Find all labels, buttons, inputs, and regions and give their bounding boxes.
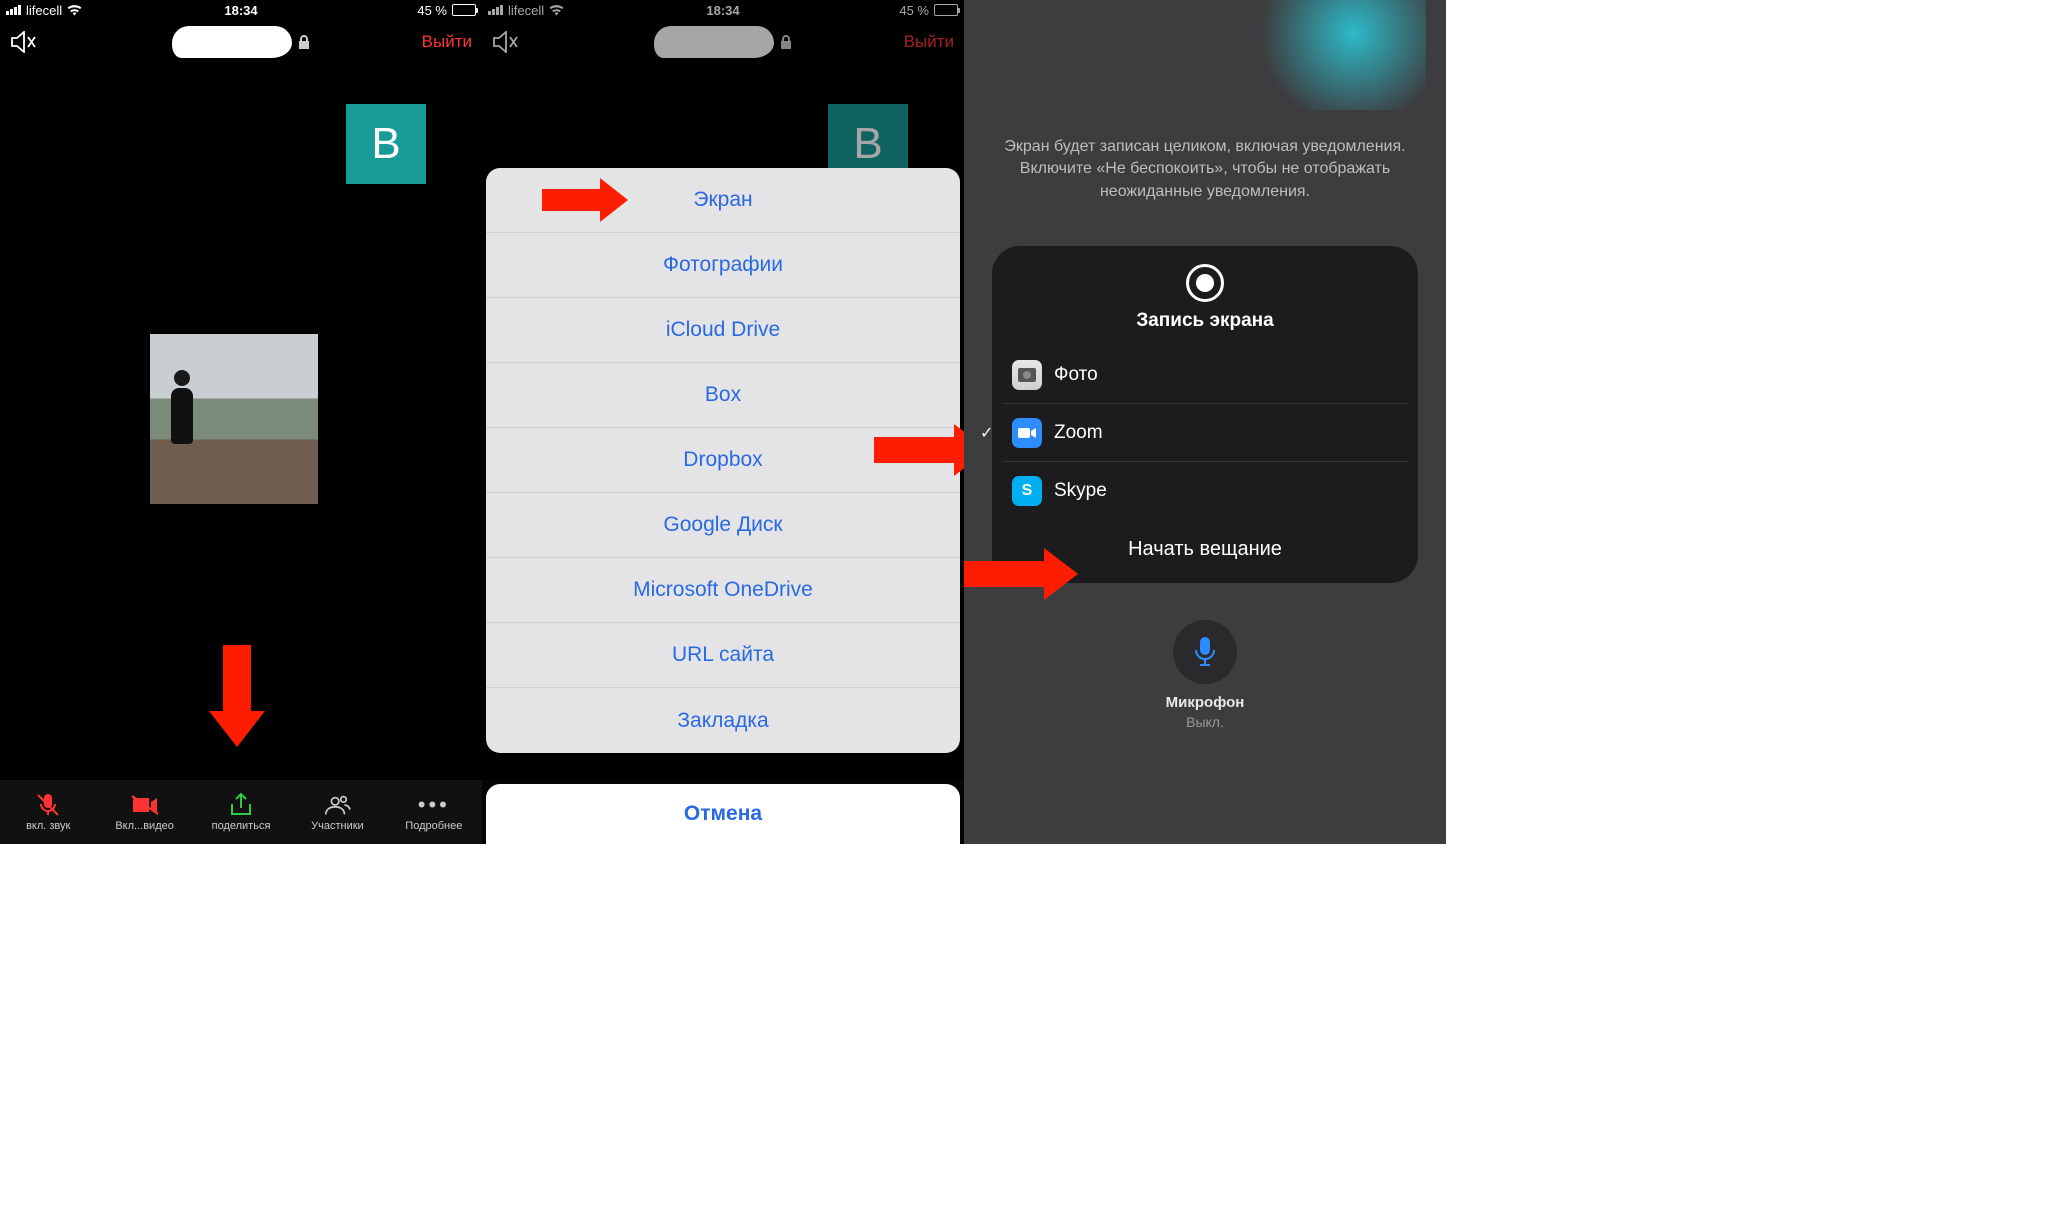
carrier-label: lifecell <box>26 3 62 18</box>
zoom-app-icon <box>1012 418 1042 448</box>
wifi-icon <box>67 4 82 16</box>
leave-button[interactable]: Выйти <box>422 32 472 52</box>
share-option-dropbox[interactable]: Dropbox <box>486 428 960 493</box>
photo-app-icon <box>1012 360 1042 390</box>
cancel-button[interactable]: Отмена <box>486 784 960 844</box>
participants-icon <box>323 792 351 818</box>
zoom-meeting-screen: lifecell 18:34 45 % Выйти B <box>0 0 482 844</box>
microphone-label: Микрофон <box>964 694 1446 711</box>
recording-notice-text: Экран будет записан целиком, включая уве… <box>1004 136 1406 203</box>
more-button[interactable]: ••• Подробнее <box>386 780 482 844</box>
share-option-box[interactable]: Box <box>486 363 960 428</box>
share-option-bookmark[interactable]: Закладка <box>486 688 960 753</box>
meeting-toolbar: вкл. звук Вкл...видео поделиться Участни… <box>0 780 482 844</box>
more-icon: ••• <box>420 792 448 818</box>
share-option-photos[interactable]: Фотографии <box>486 233 960 298</box>
camera-off-icon <box>131 792 159 818</box>
screen-recording-broadcast-screen: Экран будет записан целиком, включая уве… <box>964 0 1446 844</box>
video-area: B <box>0 64 482 780</box>
share-icon <box>227 792 255 818</box>
meeting-title-redacted <box>172 26 292 58</box>
participant-avatar-tile[interactable]: B <box>346 104 426 184</box>
battery-icon <box>452 4 476 16</box>
glow-decoration <box>1246 0 1426 110</box>
share-action-sheet: Экран Фотографии iCloud Drive Box Dropbo… <box>486 168 960 753</box>
microphone-icon <box>1192 635 1218 669</box>
share-options-screen: lifecell 18:34 45 % Выйти B вкл. звук Вк… <box>482 0 964 844</box>
self-video-tile[interactable] <box>150 334 318 504</box>
skype-app-icon: S <box>1012 476 1042 506</box>
checkmark-icon: ✓ <box>980 423 993 443</box>
participants-button[interactable]: Участники <box>289 780 385 844</box>
battery-percent: 45 % <box>417 3 447 18</box>
share-option-screen[interactable]: Экран <box>486 168 960 233</box>
broadcast-app-zoom[interactable]: ✓ Zoom <box>1002 404 1408 462</box>
broadcast-picker-panel: Запись экрана Фото ✓ Zoom S Skype Начать… <box>992 246 1418 583</box>
clock: 18:34 <box>224 3 257 18</box>
share-option-onedrive[interactable]: Microsoft OneDrive <box>486 558 960 623</box>
signal-icon <box>6 5 21 15</box>
broadcast-app-skype[interactable]: S Skype <box>1002 462 1408 520</box>
mic-off-icon <box>34 792 62 818</box>
share-option-google-drive[interactable]: Google Диск <box>486 493 960 558</box>
microphone-toggle[interactable] <box>1173 620 1237 684</box>
start-video-button[interactable]: Вкл...видео <box>96 780 192 844</box>
speaker-mute-icon[interactable] <box>10 31 36 53</box>
share-option-icloud[interactable]: iCloud Drive <box>486 298 960 363</box>
microphone-status: Выкл. <box>964 714 1446 730</box>
broadcast-title: Запись экрана <box>992 310 1418 332</box>
share-option-url[interactable]: URL сайта <box>486 623 960 688</box>
lock-icon <box>298 35 310 49</box>
record-icon <box>1186 264 1224 302</box>
broadcast-app-photo[interactable]: Фото <box>1002 346 1408 404</box>
share-button[interactable]: поделиться <box>193 780 289 844</box>
meeting-top-bar: Выйти <box>0 20 482 64</box>
status-bar: lifecell 18:34 45 % <box>0 0 482 20</box>
start-broadcast-button[interactable]: Начать вещание <box>992 538 1418 561</box>
unmute-button[interactable]: вкл. звук <box>0 780 96 844</box>
